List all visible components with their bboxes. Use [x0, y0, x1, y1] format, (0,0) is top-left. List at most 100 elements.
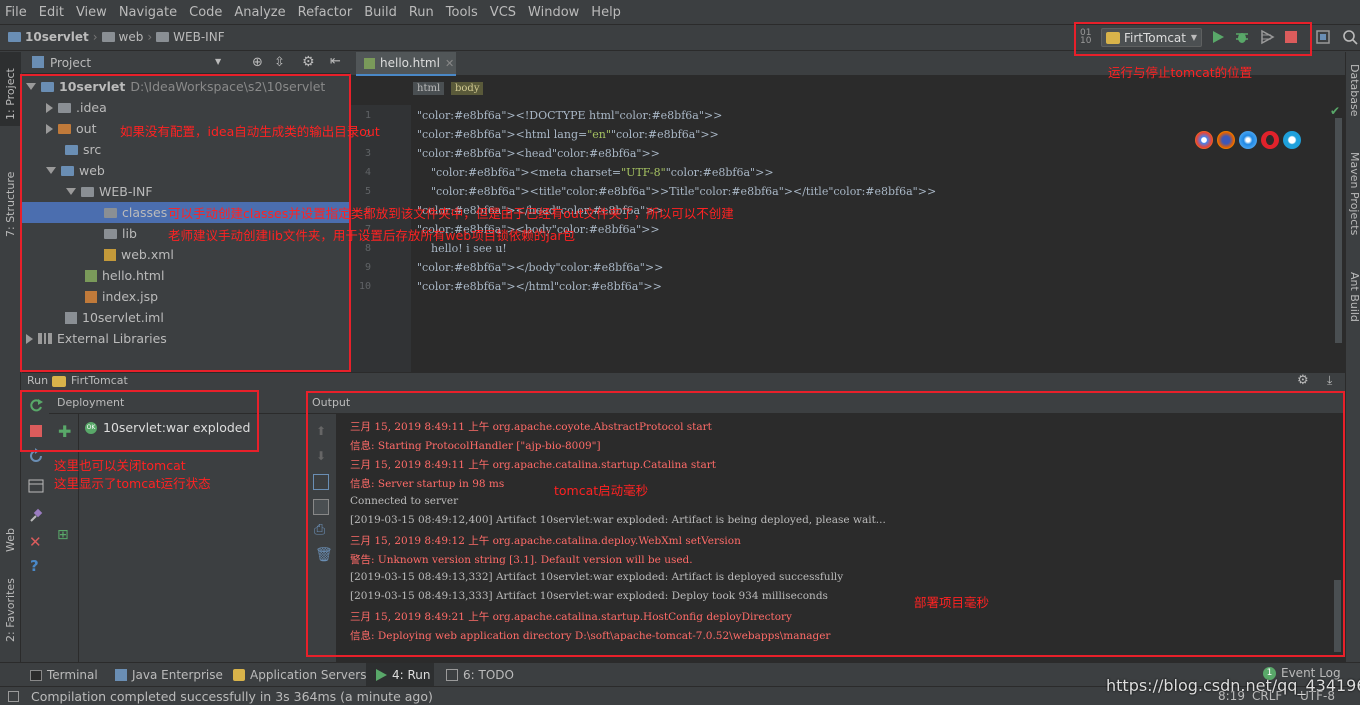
layout-icon[interactable] — [28, 478, 44, 494]
run-panel-label: Run — [27, 374, 49, 387]
menu-navigate[interactable]: Navigate — [119, 5, 177, 20]
safari-icon[interactable] — [1239, 131, 1257, 149]
search-icon[interactable] — [1342, 29, 1358, 45]
ie-icon[interactable] — [1283, 131, 1301, 149]
menu-file[interactable]: File — [5, 5, 27, 20]
code-line: "color:#e8bf6a"></body"color:#e8bf6a">> — [417, 261, 664, 274]
line-number: 4 — [364, 167, 371, 178]
chevron-down-icon[interactable]: ▼ — [215, 57, 221, 66]
help-icon[interactable]: ? — [30, 557, 39, 575]
folder-icon — [156, 32, 170, 42]
menu-tools[interactable]: Tools — [446, 5, 478, 20]
project-icon — [32, 56, 44, 68]
opera-icon[interactable] — [1261, 131, 1279, 149]
menu-build[interactable]: Build — [364, 5, 397, 20]
tool-tab-project[interactable]: 1: Project — [4, 60, 17, 120]
annotation-classes-1: 可以手动创建classes并设置指定类都放到该文件夹中，但是由于已经有out文件… — [168, 206, 734, 221]
line-number: 10 — [358, 281, 371, 292]
toggle-tool-windows-icon[interactable] — [8, 691, 19, 702]
annotation-run-stop: 运行与停止tomcat的位置 — [1108, 65, 1253, 80]
editor-scrollbar[interactable] — [1335, 118, 1342, 343]
tool-tab-ant[interactable]: Ant Build — [1348, 272, 1360, 322]
code-line: "color:#e8bf6a"><meta charset="UTF-8""co… — [431, 166, 774, 179]
code-line: "color:#e8bf6a"></html"color:#e8bf6a">> — [417, 280, 662, 293]
line-number: 9 — [364, 262, 371, 273]
java-enterprise-icon — [115, 669, 127, 681]
server-icon — [233, 669, 245, 681]
menu-refactor[interactable]: Refactor — [298, 5, 353, 20]
breadcrumb-project[interactable]: 10servlet — [25, 30, 89, 44]
menu-view[interactable]: View — [76, 5, 107, 20]
tool-tab-database[interactable]: Database — [1348, 64, 1360, 117]
tool-tab-maven[interactable]: Maven Projects — [1348, 152, 1360, 235]
run-icon — [376, 669, 387, 681]
tab-java-enterprise[interactable]: Java Enterprise — [115, 668, 223, 682]
sync-icon[interactable]: ⊕ — [252, 55, 263, 70]
menu-help[interactable]: Help — [591, 5, 621, 20]
checkmark-icon: ✔ — [1330, 104, 1341, 118]
tab-label: 4: Run — [392, 668, 431, 682]
tool-tab-structure[interactable]: 7: Structure — [4, 147, 17, 237]
run-tool-bar: Run FirtTomcat ⚙ ⤓ — [22, 372, 1345, 390]
hide-icon[interactable]: ⇤ — [330, 54, 341, 69]
right-tool-strip: Database Maven Projects Ant Build — [1345, 52, 1360, 662]
breadcrumb: 10servlet › web › WEB-INF — [8, 30, 225, 44]
tab-label: Java Enterprise — [132, 668, 223, 682]
tool-tab-web[interactable]: Web — [4, 512, 17, 552]
firefox-icon[interactable] — [1217, 131, 1235, 149]
annotation-close-tomcat-1: 这里也可以关闭tomcat — [54, 458, 186, 473]
menu-vcs[interactable]: VCS — [490, 5, 516, 20]
breadcrumb-web[interactable]: web — [119, 30, 144, 44]
run-panel-config: FirtTomcat — [71, 374, 128, 387]
menu-analyze[interactable]: Analyze — [234, 5, 285, 20]
project-structure-icon[interactable] — [1315, 29, 1331, 45]
tomcat-icon — [52, 376, 66, 387]
terminal-icon — [30, 669, 42, 681]
breadcrumb-webinf[interactable]: WEB-INF — [173, 30, 224, 44]
annotation-box-run-controls — [1074, 22, 1312, 56]
tab-application-servers[interactable]: Application Servers — [233, 668, 366, 682]
code-line: "color:#e8bf6a"><html lang="en""color:#e… — [417, 128, 719, 141]
line-number: 8 — [364, 243, 371, 254]
artifact-icon[interactable]: ⊞ — [57, 527, 69, 543]
tab-run[interactable]: 4: Run — [375, 668, 431, 682]
tab-terminal[interactable]: Terminal — [30, 668, 98, 682]
tool-tab-favorites[interactable]: 2: Favorites — [4, 572, 17, 642]
close-icon[interactable]: ✕ — [445, 57, 454, 70]
watermark: https://blog.csdn.net/qq_43419627 — [1106, 676, 1360, 695]
tab-label: 6: TODO — [463, 668, 514, 682]
tab-label: Application Servers — [250, 668, 367, 682]
folder-icon — [101, 32, 115, 42]
editor-tab-hello-html[interactable]: hello.html ✕ — [356, 52, 456, 76]
menu-run[interactable]: Run — [409, 5, 434, 20]
editor-crumb-html[interactable]: html — [413, 82, 445, 95]
editor-crumb-body[interactable]: body — [451, 82, 484, 95]
code-line: "color:#e8bf6a"><!DOCTYPE html"color:#e8… — [417, 109, 723, 122]
close-icon[interactable]: ✕ — [29, 533, 42, 551]
pin-icon[interactable] — [28, 508, 44, 524]
left-tool-strip: 1: Project 7: Structure Web 2: Favorites — [0, 52, 21, 662]
minimize-icon[interactable]: ⤓ — [1327, 373, 1332, 388]
annotation-deploy-ms: 部署项目毫秒 — [914, 595, 990, 610]
collapse-icon[interactable]: ⇳ — [274, 55, 285, 70]
menu-code[interactable]: Code — [189, 5, 222, 20]
menu-edit[interactable]: Edit — [39, 5, 64, 20]
code-line: "color:#e8bf6a"><head"color:#e8bf6a">> — [417, 147, 660, 160]
gear-icon[interactable]: ⚙ — [1297, 373, 1309, 388]
status-message: Compilation completed successfully in 3s… — [31, 689, 433, 704]
project-folder-icon — [8, 32, 21, 42]
code-line: "color:#e8bf6a"><title"color:#e8bf6a">>T… — [431, 185, 937, 198]
project-panel-header: Project ▼ ⊕ ⇳ ⚙ ⇤ — [22, 52, 350, 74]
annotation-close-tomcat-2: 这里显示了tomcat运行状态 — [54, 476, 211, 491]
annotation-box-deployment — [20, 390, 259, 452]
editor-breadcrumb-bar: html body — [351, 77, 1345, 105]
project-panel-title[interactable]: Project — [50, 56, 91, 70]
annotation-tomcat-ms: tomcat启动毫秒 — [554, 483, 649, 498]
chrome-icon[interactable] — [1195, 131, 1213, 149]
tab-todo[interactable]: 6: TODO — [446, 668, 514, 682]
tab-label: hello.html — [380, 56, 440, 70]
annotation-classes-2: 老师建议手动创建lib文件夹，用于设置后存放所有web项目锁依赖的jar包 — [168, 228, 576, 243]
menu-window[interactable]: Window — [528, 5, 579, 20]
gear-icon[interactable]: ⚙ — [302, 54, 315, 70]
line-number: 5 — [364, 186, 371, 197]
